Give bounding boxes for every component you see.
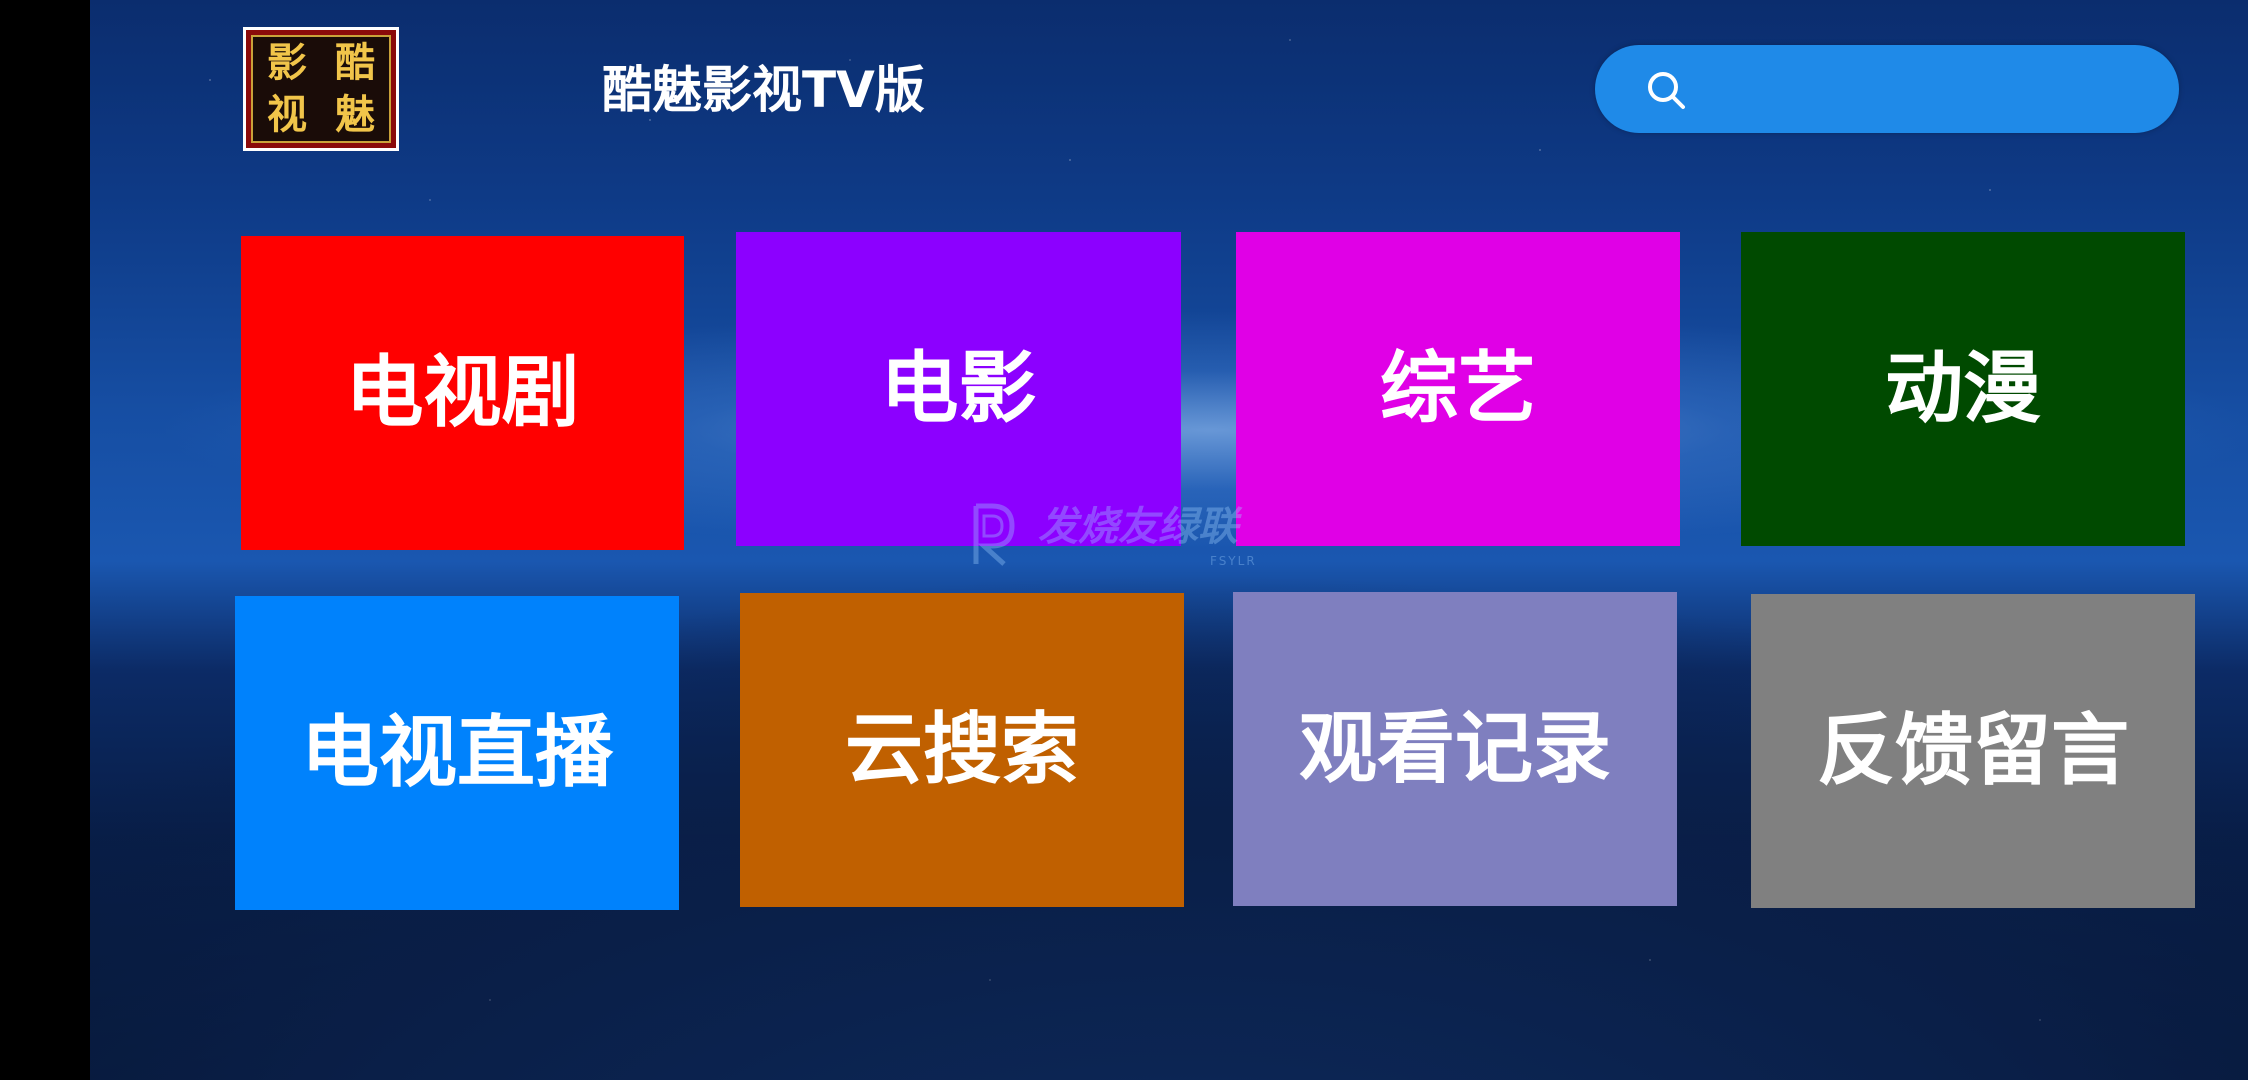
tile-watch-history[interactable]: 观看记录 (1233, 592, 1677, 906)
search-bar[interactable] (1595, 45, 2179, 133)
search-icon (1648, 72, 1685, 109)
left-black-bar (0, 0, 90, 1080)
logo-char: 视 (267, 91, 307, 138)
tile-feedback[interactable]: 反馈留言 (1751, 594, 2195, 908)
app-logo-inner: 影 酷 视 魅 (251, 35, 391, 143)
logo-char: 魅 (335, 91, 375, 138)
tile-tv-series[interactable]: 电视剧 (241, 236, 684, 550)
tile-variety[interactable]: 综艺 (1236, 232, 1680, 546)
logo-char: 酷 (335, 39, 375, 86)
screen: 影 酷 视 魅 酷魅影视TV版 电视剧 电影 综艺 动漫 电视直播 云搜索 观看… (0, 0, 2248, 1080)
tile-cloud-search[interactable]: 云搜索 (740, 593, 1184, 907)
tile-live-tv[interactable]: 电视直播 (235, 596, 679, 910)
app-logo: 影 酷 视 魅 (243, 27, 399, 151)
app-title: 酷魅影视TV版 (602, 61, 925, 119)
tile-movies[interactable]: 电影 (736, 232, 1181, 546)
tile-anime[interactable]: 动漫 (1741, 232, 2185, 546)
tv-app-home: 影 酷 视 魅 酷魅影视TV版 电视剧 电影 综艺 动漫 电视直播 云搜索 观看… (90, 0, 2248, 1080)
logo-char: 影 (267, 39, 307, 86)
